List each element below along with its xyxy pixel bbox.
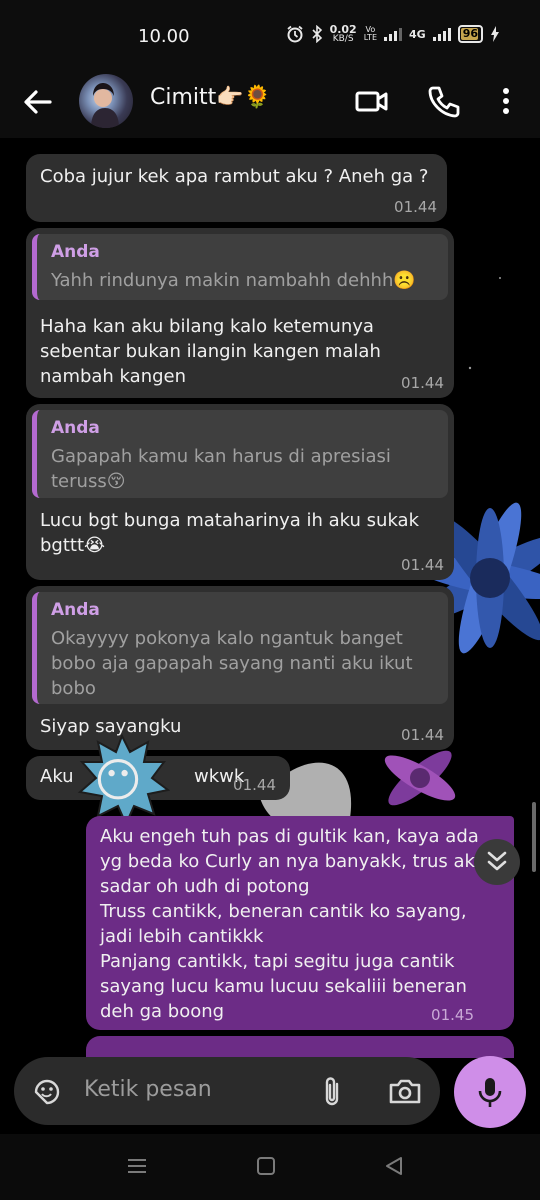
message-input[interactable]: Ketik pesan <box>14 1057 440 1125</box>
quoted-sender: Anda <box>51 600 100 620</box>
scrollbar[interactable] <box>532 802 536 872</box>
back-icon[interactable] <box>384 1156 404 1176</box>
signal-2-icon <box>432 27 451 41</box>
chat-header: Cimitt👉🏻🌻 <box>0 70 540 138</box>
message-text: Aku engeh tuh pas di gultik kan, kaya ad… <box>100 826 486 1022</box>
recents-icon[interactable] <box>126 1156 148 1176</box>
contact-name[interactable]: Cimitt👉🏻🌻 <box>150 85 271 110</box>
message-time: 01.44 <box>401 726 444 744</box>
message-bubble-incoming[interactable]: Anda Okayyyy pokonya kalo ngantuk banget… <box>26 586 454 750</box>
message-time: 01.44 <box>394 198 437 216</box>
back-arrow-icon[interactable] <box>20 84 56 120</box>
status-time: 10.00 <box>138 26 190 47</box>
message-bubble-incoming[interactable]: Coba jujur kek apa rambut aku ? Aneh ga … <box>26 154 447 222</box>
quoted-sender: Anda <box>51 242 100 262</box>
mic-icon <box>478 1078 502 1107</box>
quoted-text: Okayyyy pokonya kalo ngantuk banget bobo… <box>51 628 413 699</box>
message-text: Coba jujur kek apa rambut aku ? Aneh ga … <box>40 166 429 187</box>
phone-icon[interactable] <box>428 84 460 118</box>
message-time: 01.44 <box>233 776 276 794</box>
charging-icon <box>491 26 499 42</box>
message-time: 01.44 <box>401 374 444 392</box>
quoted-sender: Anda <box>51 418 100 438</box>
alarm-icon <box>286 25 303 43</box>
camera-icon[interactable] <box>388 1076 422 1106</box>
avatar[interactable] <box>79 74 133 128</box>
status-icons: 0.02 KB/S Vo LTE 4G 96 <box>286 24 500 44</box>
scroll-to-bottom-button[interactable] <box>474 839 520 885</box>
sticker-emoji: 😶 <box>94 753 142 807</box>
quoted-text: Gapapah kamu kan harus di apresiasi teru… <box>51 446 391 492</box>
home-icon[interactable] <box>256 1156 276 1176</box>
signal-icon <box>384 27 402 41</box>
volte-indicator: Vo LTE <box>363 25 377 42</box>
quoted-message[interactable]: Anda Okayyyy pokonya kalo ngantuk banget… <box>32 592 448 704</box>
net-speed: 0.02 KB/S <box>329 23 357 44</box>
chat-area[interactable]: Coba jujur kek apa rambut aku ? Aneh ga … <box>0 138 540 1058</box>
battery-level: 96 <box>462 27 478 40</box>
battery-icon: 96 <box>457 25 483 43</box>
quoted-message[interactable]: Anda Yahh rindunya makin nambahh dehhh☹️ <box>32 234 448 300</box>
sticker[interactable]: 😶 <box>74 732 170 828</box>
message-text: Lucu bgt bunga mataharinya ih aku sukak … <box>40 510 420 556</box>
message-text-start: Aku <box>40 766 74 787</box>
network-type: 4G <box>409 27 426 41</box>
status-bar: 10.00 0.02 KB/S Vo LTE 4G 96 <box>0 0 540 70</box>
quoted-text: Yahh rindunya makin nambahh dehhh☹️ <box>51 270 416 291</box>
quoted-message[interactable]: Anda Gapapah kamu kan harus di apresiasi… <box>32 410 448 498</box>
message-placeholder: Ketik pesan <box>84 1077 212 1102</box>
system-nav-bar <box>0 1134 540 1200</box>
message-bubble-incoming[interactable]: Anda Gapapah kamu kan harus di apresiasi… <box>26 404 454 580</box>
message-time: 01.45 <box>431 1006 474 1024</box>
double-chevron-down-icon <box>487 851 507 871</box>
more-options-icon[interactable] <box>497 84 515 118</box>
video-call-icon[interactable] <box>355 84 389 118</box>
message-text: Haha kan aku bilang kalo ketemunya seben… <box>40 316 381 387</box>
attach-icon[interactable] <box>320 1076 344 1108</box>
mic-button[interactable] <box>454 1056 526 1128</box>
sticker-icon[interactable] <box>32 1077 62 1107</box>
avatar-photo <box>91 83 119 128</box>
bluetooth-icon <box>311 25 322 43</box>
message-bubble-outgoing-partial[interactable] <box>86 1036 514 1058</box>
message-time: 01.44 <box>401 556 444 574</box>
message-bubble-outgoing[interactable]: Aku engeh tuh pas di gultik kan, kaya ad… <box>86 816 514 1030</box>
message-bubble-incoming[interactable]: Anda Yahh rindunya makin nambahh dehhh☹️… <box>26 228 454 398</box>
